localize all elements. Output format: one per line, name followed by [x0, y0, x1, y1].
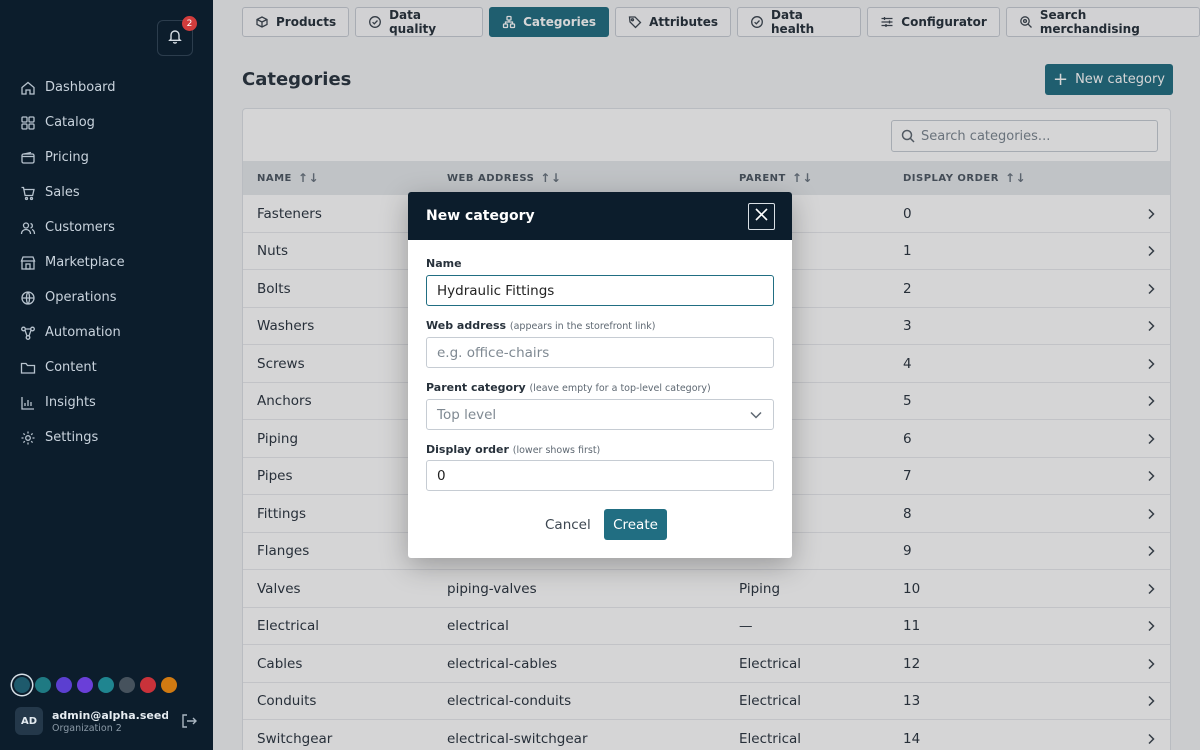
sidebar-item-dashboard[interactable]: Dashboard — [0, 70, 213, 105]
notifications-button[interactable]: 2 — [157, 16, 197, 56]
web-address-label: Web address (appears in the storefront l… — [426, 319, 656, 332]
user-email: admin@alpha.seed.... — [52, 708, 168, 722]
display-order-input[interactable]: 0 — [426, 460, 774, 491]
sidebar-item-insights[interactable]: Insights — [0, 385, 213, 420]
sidebar-item-label: Customers — [45, 220, 115, 235]
sidebar-item-content[interactable]: Content — [0, 350, 213, 385]
sidebar-item-label: Content — [45, 360, 97, 375]
theme-swatch[interactable] — [77, 677, 93, 693]
chevron-down-icon — [749, 408, 763, 426]
sidebar-item-label: Operations — [45, 290, 117, 305]
theme-swatch[interactable] — [119, 677, 135, 693]
home-icon — [20, 80, 36, 96]
logout-icon[interactable] — [180, 712, 198, 730]
display-order-value: 0 — [437, 467, 446, 484]
sidebar-nav: Dashboard Catalog Pricing Sales Customers Mar… — [0, 70, 213, 455]
name-label: Name — [426, 257, 462, 270]
theme-swatch[interactable] — [35, 677, 51, 693]
sidebar-item-marketplace[interactable]: Marketplace — [0, 245, 213, 280]
web-address-hint: (appears in the storefront link) — [509, 321, 656, 332]
close-button[interactable] — [748, 203, 775, 230]
name-input-value: Hydraulic Fittings — [437, 282, 555, 299]
theme-swatch[interactable] — [56, 677, 72, 693]
web-address-input[interactable]: e.g. office-chairs — [426, 337, 774, 368]
sidebar: 2 Dashboard Catalog Pricing Sales Customers M… — [0, 0, 213, 750]
display-order-label: Display order (lower shows first) — [426, 443, 601, 456]
sidebar-item-catalog[interactable]: Catalog — [0, 105, 213, 140]
wallet-icon — [20, 150, 36, 166]
notification-count-badge: 2 — [182, 16, 197, 31]
avatar[interactable]: AD — [15, 707, 43, 735]
parent-category-select[interactable]: Top level — [426, 399, 774, 430]
sidebar-item-pricing[interactable]: Pricing — [0, 140, 213, 175]
sidebar-item-customers[interactable]: Customers — [0, 210, 213, 245]
theme-swatch[interactable] — [161, 677, 177, 693]
parent-category-hint: (leave empty for a top-level category) — [529, 383, 711, 394]
grid-icon — [20, 115, 36, 131]
sidebar-item-sales[interactable]: Sales — [0, 175, 213, 210]
store-icon — [20, 255, 36, 271]
sidebar-item-settings[interactable]: Settings — [0, 420, 213, 455]
globe-icon — [20, 290, 36, 306]
cart-icon — [20, 185, 36, 201]
workflow-icon — [20, 325, 36, 341]
close-icon — [755, 208, 768, 225]
user-panel: AD admin@alpha.seed.... Organization 2 — [15, 706, 200, 736]
theme-swatch[interactable] — [98, 677, 114, 693]
sidebar-item-label: Settings — [45, 430, 99, 445]
bar-chart-icon — [20, 395, 36, 411]
folder-icon — [20, 360, 36, 376]
sidebar-item-label: Automation — [45, 325, 121, 340]
cancel-button[interactable]: Cancel — [541, 509, 595, 540]
users-icon — [20, 220, 36, 236]
web-address-placeholder: e.g. office-chairs — [437, 344, 550, 361]
theme-color-picker — [14, 677, 177, 693]
theme-swatch[interactable] — [140, 677, 156, 693]
sidebar-item-label: Dashboard — [45, 80, 116, 95]
sidebar-item-label: Pricing — [45, 150, 89, 165]
sidebar-item-operations[interactable]: Operations — [0, 280, 213, 315]
theme-swatch[interactable] — [14, 677, 30, 693]
bell-icon — [167, 28, 183, 48]
sidebar-item-label: Sales — [45, 185, 80, 200]
create-button[interactable]: Create — [604, 509, 667, 540]
sidebar-item-automation[interactable]: Automation — [0, 315, 213, 350]
sidebar-item-label: Catalog — [45, 115, 95, 130]
display-order-hint: (lower shows first) — [512, 445, 601, 456]
name-input[interactable]: Hydraulic Fittings — [426, 275, 774, 306]
new-category-dialog: New category Name Hydraulic Fittings Web… — [408, 192, 792, 558]
dialog-title: New category — [408, 192, 792, 240]
sidebar-item-label: Insights — [45, 395, 96, 410]
user-organization: Organization 2 — [52, 722, 122, 734]
gear-icon — [20, 430, 36, 446]
parent-category-label: Parent category (leave empty for a top-l… — [426, 381, 711, 394]
parent-category-value: Top level — [437, 406, 497, 423]
sidebar-item-label: Marketplace — [45, 255, 125, 270]
